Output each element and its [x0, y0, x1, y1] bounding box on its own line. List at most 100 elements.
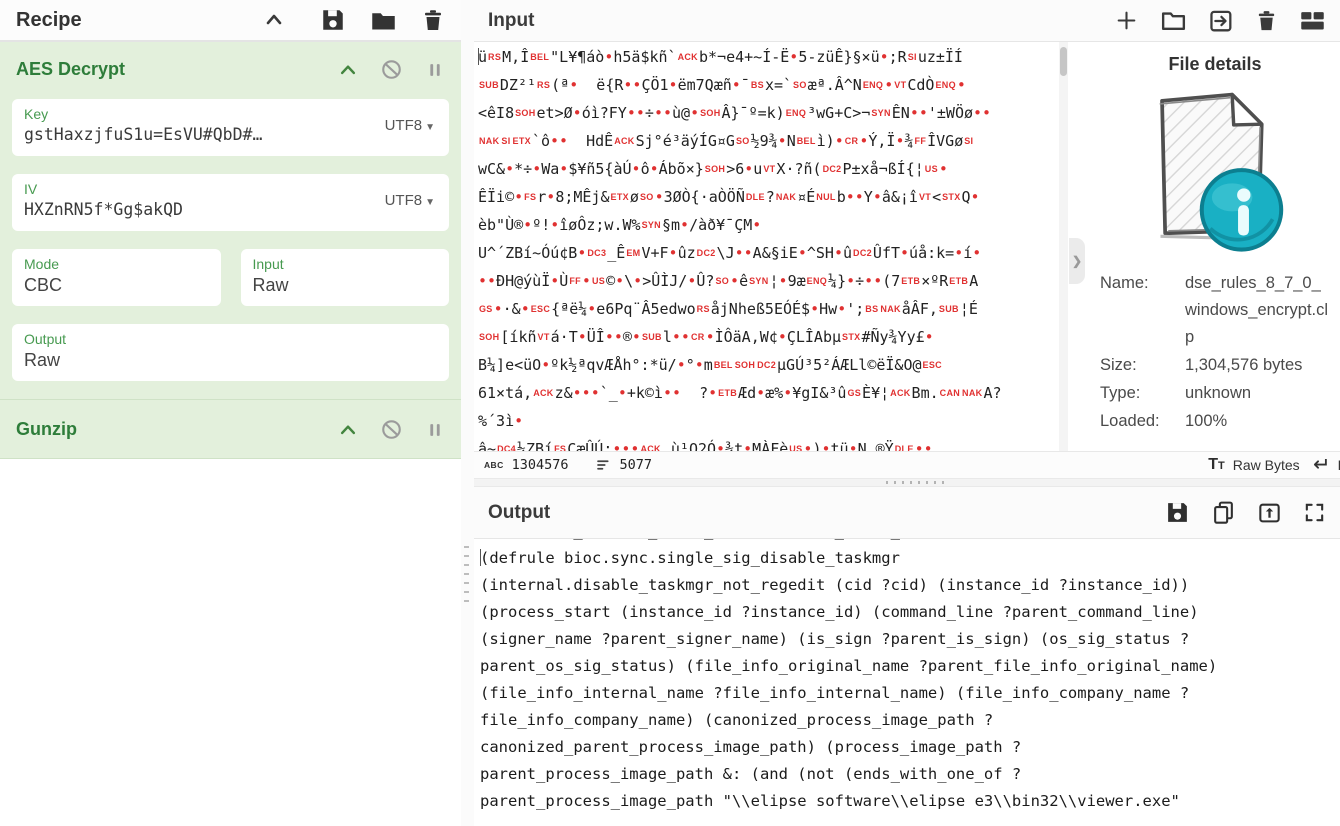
collapse-op-icon[interactable] — [338, 420, 358, 440]
output-line: (signer_name ?parent_signer_name) (is_si… — [480, 626, 1340, 653]
io-divider[interactable] — [474, 478, 1340, 487]
control-char-marker: ENQ — [785, 108, 807, 118]
character-encoding-value[interactable]: Raw Bytes — [1233, 457, 1300, 473]
delete-input-icon[interactable] — [1255, 9, 1278, 32]
input-type-select[interactable]: Raw — [253, 273, 438, 297]
disable-op-icon[interactable] — [380, 418, 403, 441]
operation-gunzip[interactable]: Gunzip — [0, 400, 461, 459]
control-char-marker: DC2 — [756, 360, 777, 370]
io-column: Input üRSM,ÎBEL"L¥¶áò•h5ä$kñ`ACKb*¬e4+~Í… — [474, 0, 1340, 826]
control-char-marker: SOH — [478, 332, 500, 342]
copy-output-icon[interactable] — [1211, 500, 1236, 525]
clear-recipe-icon[interactable] — [421, 8, 445, 32]
open-folder-icon[interactable] — [1160, 7, 1187, 34]
control-char-marker: DC2 — [822, 164, 843, 174]
control-char-marker: US — [924, 164, 939, 174]
input-type-field[interactable]: Input Raw — [241, 249, 450, 306]
maximise-output-icon[interactable] — [1303, 501, 1326, 524]
control-char-marker: NAK — [775, 192, 797, 202]
control-char-marker: RS — [536, 80, 551, 90]
control-char-marker: ETB — [717, 388, 738, 398]
file-details-rows: Name:dse_rules_8_7_0_windows_encrypt.clp… — [1100, 270, 1330, 435]
control-char-marker: DC2 — [696, 248, 717, 258]
char-count-icon: ABC — [484, 460, 504, 470]
divider-grip-icon[interactable] — [464, 546, 469, 602]
panel-divider-vertical[interactable] — [461, 0, 474, 826]
control-char-marker: ETX — [610, 192, 630, 202]
open-input-icon[interactable] — [1208, 8, 1234, 34]
control-char-marker: ESC — [922, 360, 943, 370]
output-line: parent_process_image_path "\\elipse soft… — [480, 788, 1340, 815]
control-char-marker: NUL — [815, 192, 836, 202]
pause-op-icon[interactable] — [425, 420, 445, 440]
output-header: Output — [474, 487, 1340, 539]
control-char-marker: NAK — [478, 136, 500, 146]
char-count-group: ABC 1304576 — [484, 457, 569, 473]
input-textarea[interactable]: üRSM,ÎBEL"L¥¶áò•h5ä$kñ`ACKb*¬e4+~Í-Ë•5-z… — [478, 43, 1058, 451]
control-char-marker: SOH — [514, 108, 536, 118]
file-details-title: File details — [1100, 54, 1330, 75]
file-detail-value: dse_rules_8_7_0_windows_encrypt.clp — [1185, 270, 1330, 351]
key-input[interactable]: gstHaxzjfuS1u=EsVU#QbD#… — [24, 123, 437, 147]
recipe-empty-space — [0, 459, 461, 826]
control-char-marker: SO — [714, 276, 730, 286]
disable-op-icon[interactable] — [380, 58, 403, 81]
control-char-marker: SOH — [704, 164, 726, 174]
add-tab-icon[interactable] — [1114, 8, 1139, 33]
chevron-down-icon: ▼ — [425, 197, 435, 208]
save-recipe-icon[interactable] — [320, 7, 346, 33]
control-char-marker: SI — [963, 136, 974, 146]
control-char-marker: BS — [750, 80, 765, 90]
control-char-marker: SYN — [641, 220, 662, 230]
load-recipe-icon[interactable] — [370, 7, 397, 34]
divider-grip-icon[interactable] — [886, 481, 946, 484]
control-char-marker: RS — [696, 304, 711, 314]
input-line: U^´ZBí~Óú¢B•DC3_ÊEMV+F•ûzDC2\J••A&§iE•^S… — [478, 239, 1058, 267]
operation-aes-decrypt[interactable]: AES Decrypt Key gstHaxzjfuS1u=EsVU#QbD#…… — [0, 42, 461, 400]
control-char-marker: CR — [844, 136, 860, 146]
control-char-marker: ACK — [532, 388, 554, 398]
collapse-panel-tab[interactable]: ❯ — [1069, 238, 1085, 284]
key-encoding-dropdown[interactable]: UTF8▼ — [385, 117, 435, 134]
iv-input[interactable]: HXZnRN5f*Gg$akQD — [24, 198, 437, 222]
control-char-marker: SUB — [938, 304, 960, 314]
mode-select[interactable]: CBC — [24, 273, 209, 297]
scrollbar-thumb[interactable] — [1060, 47, 1067, 76]
control-char-marker: BEL — [713, 360, 734, 370]
control-char-marker: RS — [487, 52, 502, 62]
output-line: parent_os_sig_status) (file_info_origina… — [480, 653, 1340, 680]
control-char-marker: CAN — [939, 388, 961, 398]
chevron-right-icon: ❯ — [1072, 254, 1082, 268]
iv-encoding-dropdown[interactable]: UTF8▼ — [385, 192, 435, 209]
control-char-marker: VT — [537, 332, 551, 342]
control-char-marker: EM — [625, 248, 641, 258]
output-line: (defrule bioc.sync.single_sig_disable_ta… — [480, 545, 1340, 572]
output-type-select[interactable]: Raw — [24, 348, 437, 372]
output-type-field[interactable]: Output Raw — [12, 324, 449, 381]
control-char-marker: GS — [478, 304, 494, 314]
mode-field[interactable]: Mode CBC — [12, 249, 221, 306]
output-textarea[interactable]: (canonized_process_image_path ?process_i… — [474, 539, 1340, 826]
pause-op-icon[interactable] — [425, 60, 445, 80]
control-char-marker: FS — [523, 192, 537, 202]
output-line: (file_info_internal_name ?file_info_inte… — [480, 680, 1340, 707]
iv-field[interactable]: IV HXZnRN5f*Gg$akQD UTF8▼ — [12, 174, 449, 231]
control-char-marker: FF — [914, 136, 928, 146]
collapse-all-icon[interactable] — [262, 8, 286, 32]
output-line: parent_process_image_path &: (and (not (… — [480, 761, 1340, 788]
control-char-marker: DLE — [894, 444, 915, 451]
control-char-marker: ETB — [900, 276, 921, 286]
key-field[interactable]: Key gstHaxzjfuS1u=EsVU#QbD#… UTF8▼ — [12, 99, 449, 156]
input-scrollbar[interactable] — [1059, 42, 1068, 451]
input-line: NAKSIETX`ô•• HdÊACKSj°é³äýÍG¤GSO½9¾•NBEL… — [478, 127, 1058, 155]
control-char-marker: SUB — [478, 80, 500, 90]
control-char-marker: SYN — [870, 108, 891, 118]
control-char-marker: DC2 — [852, 248, 873, 258]
collapse-op-icon[interactable] — [338, 60, 358, 80]
line-count: 5077 — [620, 457, 653, 473]
input-line: ••ÐH@ýùÏ•ÙFF•US©•\•>ÛÌJ/•Û?SO•êSYN¦•9æEN… — [478, 267, 1058, 295]
save-output-icon[interactable] — [1165, 500, 1190, 525]
replace-input-icon[interactable] — [1257, 500, 1282, 525]
control-char-marker: ESC — [530, 304, 551, 314]
layout-icon[interactable] — [1299, 7, 1326, 34]
